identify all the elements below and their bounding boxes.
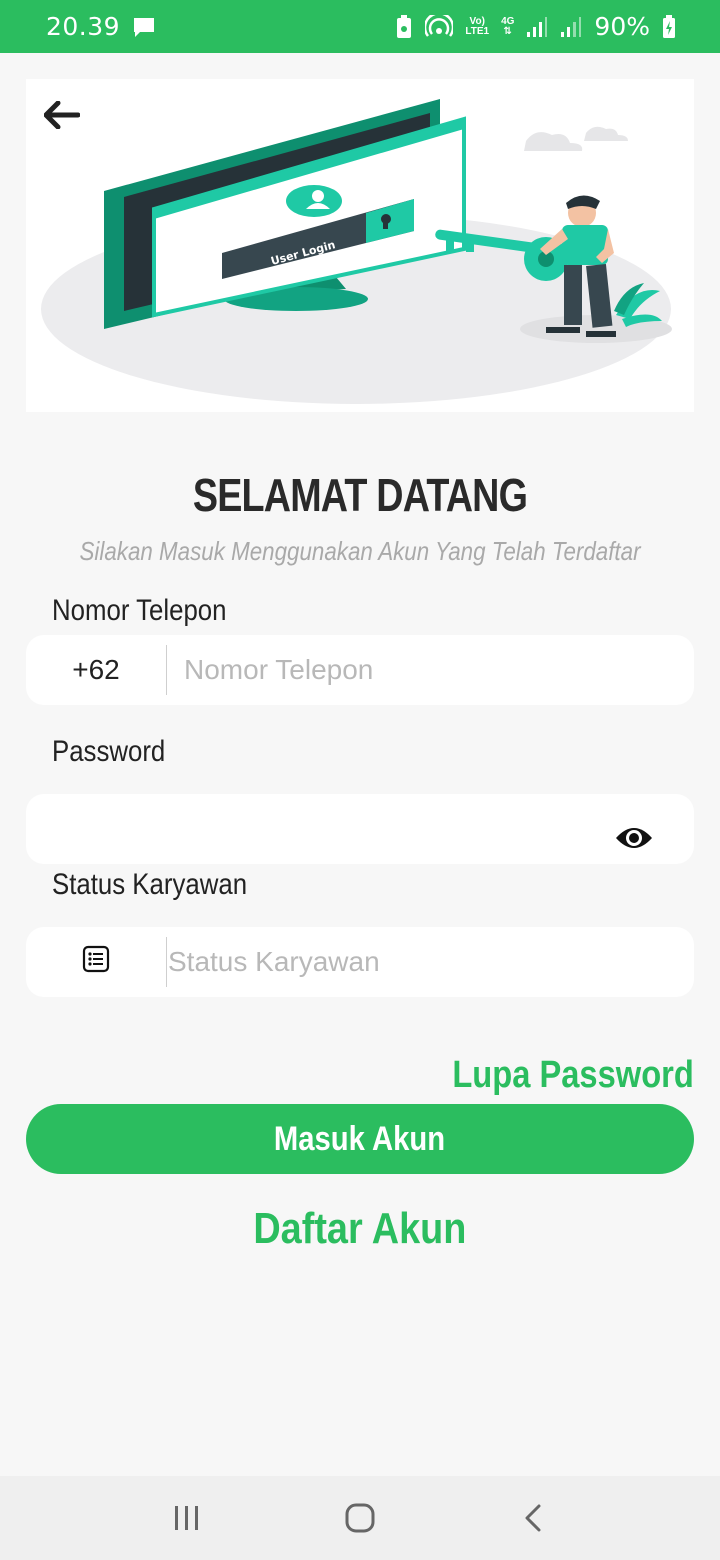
battery-percentage: 90% bbox=[594, 12, 650, 41]
employee-status-label: Status Karyawan bbox=[52, 868, 248, 901]
password-label: Password bbox=[52, 735, 166, 768]
phone-input[interactable] bbox=[176, 635, 676, 705]
nav-back-button[interactable] bbox=[503, 1488, 563, 1548]
phone-field: +62 bbox=[26, 635, 694, 705]
login-button-label: Masuk Akun bbox=[274, 1119, 446, 1158]
battery-saver-icon bbox=[395, 14, 413, 39]
home-button[interactable] bbox=[330, 1488, 390, 1548]
back-button[interactable] bbox=[42, 97, 82, 133]
arrow-left-icon bbox=[44, 101, 80, 129]
employee-status-input[interactable] bbox=[166, 927, 666, 997]
hotspot-icon bbox=[425, 14, 454, 39]
forgot-password-link[interactable]: Lupa Password bbox=[452, 1054, 694, 1097]
country-code-prefix[interactable]: +62 bbox=[26, 635, 166, 705]
hero-illustration: User Login bbox=[26, 79, 694, 412]
system-nav-bar bbox=[0, 1476, 720, 1560]
data-arrows: ⇅ bbox=[503, 25, 512, 37]
status-bar-left: 20.39 bbox=[46, 12, 156, 41]
page-title: SELAMAT DATANG bbox=[192, 469, 528, 521]
volte-bottom-label: LTE1 bbox=[465, 25, 490, 37]
page-subtitle: Silakan Masuk Menggunakan Akun Yang Tela… bbox=[79, 536, 641, 566]
register-link[interactable]: Daftar Akun bbox=[0, 1204, 720, 1254]
phone-label: Nomor Telepon bbox=[52, 594, 227, 627]
password-input[interactable] bbox=[46, 794, 606, 864]
back-icon bbox=[525, 1504, 541, 1532]
employee-status-field[interactable] bbox=[26, 927, 694, 997]
status-bar-right: Vo) LTE1 4G ⇅ 90% bbox=[395, 12, 676, 41]
login-illustration: User Login bbox=[41, 99, 672, 404]
password-field bbox=[26, 794, 694, 864]
status-time: 20.39 bbox=[46, 12, 121, 41]
message-icon bbox=[132, 16, 156, 38]
toggle-password-visibility-button[interactable] bbox=[612, 822, 656, 854]
battery-charging-icon bbox=[662, 14, 676, 39]
list-icon bbox=[82, 945, 110, 973]
recents-button[interactable] bbox=[157, 1488, 217, 1548]
signal-icon bbox=[560, 16, 582, 38]
field-divider bbox=[166, 645, 167, 695]
home-icon bbox=[345, 1503, 375, 1533]
signal-icon bbox=[526, 16, 548, 38]
network-type-icon: 4G ⇅ bbox=[501, 16, 514, 37]
recents-icon bbox=[174, 1506, 198, 1530]
register-link-label: Daftar Akun bbox=[253, 1204, 467, 1253]
status-bar: 20.39 Vo) LTE1 4G ⇅ 90% bbox=[0, 0, 720, 53]
eye-icon bbox=[616, 828, 652, 848]
login-button[interactable]: Masuk Akun bbox=[26, 1104, 694, 1174]
volte-icon: Vo) LTE1 bbox=[465, 16, 490, 37]
